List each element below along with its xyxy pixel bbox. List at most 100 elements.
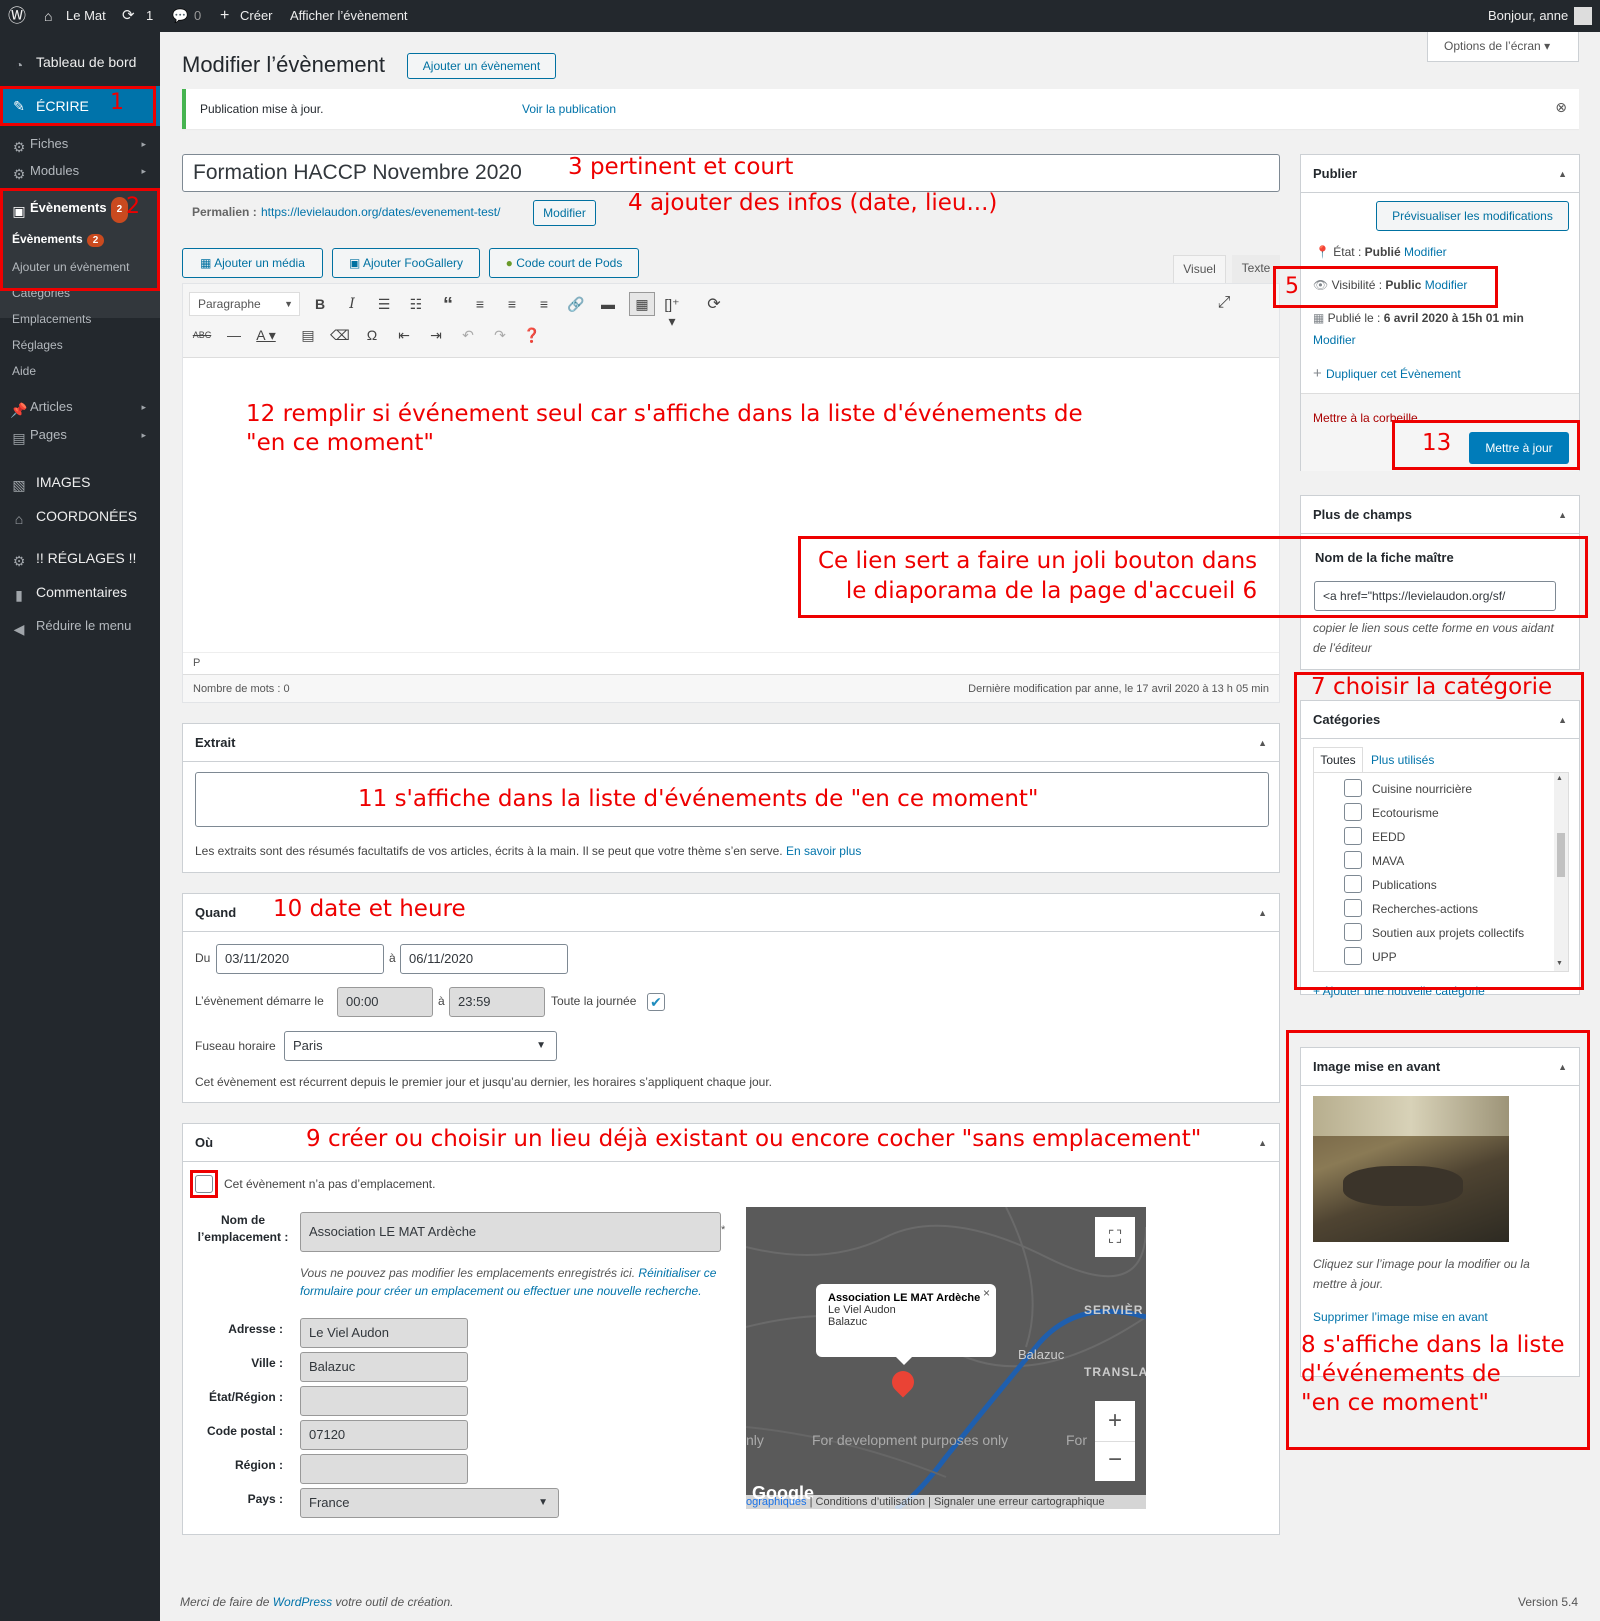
scroll-up-icon[interactable]: ▲ [1556, 775, 1563, 782]
all-day-checkbox[interactable]: ✔ [647, 993, 665, 1011]
zoom-out-icon[interactable]: − [1095, 1441, 1135, 1481]
close-icon[interactable]: × [983, 1286, 990, 1300]
featured-image[interactable] [1313, 1096, 1509, 1242]
undo-icon[interactable]: ↶ [457, 327, 479, 344]
zip-input[interactable]: 07120 [300, 1420, 468, 1450]
category-checkbox[interactable] [1344, 803, 1362, 821]
comments-count[interactable]: 0 [194, 0, 201, 32]
category-checkbox[interactable] [1344, 779, 1362, 797]
category-checkbox[interactable] [1344, 875, 1362, 893]
category-item[interactable]: Soutien aux projets collectifs [1344, 923, 1554, 943]
tab-visual[interactable]: Visuel [1173, 255, 1226, 283]
category-item[interactable]: Ecotourisme [1344, 803, 1554, 823]
menu-write[interactable]: ✎ ÉCRIRE [0, 86, 160, 126]
align-right-icon[interactable]: ≡ [533, 296, 555, 312]
numbered-list-icon[interactable]: ☷ [405, 296, 427, 313]
strikethrough-icon[interactable]: ABC [191, 330, 213, 340]
categories-header[interactable]: Catégories ▲ [1301, 701, 1579, 739]
menu-articles[interactable]: 📌 Articles ▸ [0, 395, 160, 419]
blockquote-icon[interactable]: “ [437, 294, 459, 317]
category-item[interactable]: Recherches-actions [1344, 899, 1554, 919]
zoom-in-icon[interactable]: + [1095, 1401, 1135, 1441]
submenu-help[interactable]: Aide [12, 364, 36, 378]
timezone-select[interactable]: Paris ▼ [284, 1031, 557, 1061]
submenu-events[interactable]: Évènements 2 [12, 232, 105, 247]
updates-count[interactable]: 1 [146, 0, 153, 32]
submenu-add-event[interactable]: Ajouter un évènement [12, 260, 129, 274]
city-input[interactable]: Balazuc [300, 1352, 468, 1382]
duplicate-link[interactable]: Dupliquer cet Évènement [1326, 367, 1461, 381]
location-name-input[interactable]: Association LE MAT Ardèche [300, 1212, 721, 1252]
start-date-input[interactable]: 03/11/2020 [216, 944, 384, 974]
tab-most-used[interactable]: Plus utilisés [1371, 753, 1434, 767]
align-left-icon[interactable]: ≡ [469, 296, 491, 312]
category-item[interactable]: Cuisine nourricière [1344, 779, 1554, 799]
publish-header[interactable]: Publier ▲ [1301, 155, 1579, 193]
tab-text[interactable]: Texte [1232, 255, 1280, 283]
start-time-input[interactable]: 00:00 [337, 987, 433, 1017]
master-sheet-input[interactable]: <a href="https://levielaudon.org/sf/ [1314, 581, 1556, 611]
toolbar-toggle-icon[interactable]: ▦ [629, 292, 655, 316]
category-item[interactable]: MAVA [1344, 851, 1554, 871]
redo-icon[interactable]: ↷ [489, 327, 511, 344]
submenu-locations[interactable]: Emplacements [12, 312, 91, 326]
category-item[interactable]: Publications [1344, 875, 1554, 895]
add-foogallery-button[interactable]: ▣ Ajouter FooGallery [332, 248, 480, 278]
map-report-link[interactable]: Signaler une erreur cartographique [934, 1496, 1105, 1508]
menu-pages[interactable]: ▤ Pages ▸ [0, 423, 160, 447]
menu-modules[interactable]: ⚙ Modules ▸ [0, 159, 160, 183]
fullscreen-icon[interactable]: ⤢ [1213, 294, 1235, 312]
map-fullscreen-icon[interactable]: ⛶ [1095, 1217, 1135, 1257]
more-fields-header[interactable]: Plus de champs ▲ [1301, 496, 1579, 534]
pods-shortcode-button[interactable]: ● Code court de Pods [489, 248, 639, 278]
category-checkbox[interactable] [1344, 947, 1362, 965]
add-media-button[interactable]: ▦ Ajouter un média [182, 248, 323, 278]
menu-collapse[interactable]: ◀ Réduire le menu [0, 614, 160, 638]
menu-reglages[interactable]: ⚙ !! RÉGLAGES !! [0, 546, 160, 570]
no-location-checkbox[interactable] [195, 1175, 213, 1193]
category-item[interactable]: UPP [1344, 947, 1554, 967]
special-char-icon[interactable]: Ω [361, 327, 383, 343]
add-category-link[interactable]: + Ajouter une nouvelle catégorie [1313, 984, 1485, 998]
paste-text-icon[interactable]: ▤ [297, 327, 319, 344]
horizontal-line-icon[interactable]: — [223, 327, 245, 343]
country-select[interactable]: France ▼ [300, 1488, 559, 1518]
menu-fiches[interactable]: ⚙ Fiches ▸ [0, 132, 160, 156]
bold-icon[interactable]: B [309, 296, 331, 312]
category-checkbox[interactable] [1344, 851, 1362, 869]
map-terms-link[interactable]: Conditions d’utilisation [816, 1496, 925, 1508]
read-more-icon[interactable]: ▬ [597, 296, 619, 312]
trash-link[interactable]: Mettre à la corbeille [1313, 411, 1418, 425]
map-data-link[interactable]: ographiques [746, 1496, 807, 1508]
toggle-icon[interactable]: ▲ [1558, 496, 1567, 534]
toggle-icon[interactable]: ▲ [1258, 724, 1267, 762]
visibility-edit-link[interactable]: Modifier [1425, 278, 1468, 292]
scrollbar-thumb[interactable] [1557, 833, 1565, 877]
comments-icon[interactable]: 💬 [172, 0, 188, 32]
region-input[interactable] [300, 1454, 468, 1484]
menu-contacts[interactable]: ⌂ COORDONÉES [0, 504, 160, 528]
toggle-icon[interactable]: ▲ [1258, 894, 1267, 932]
text-color-icon[interactable]: A ▾ [255, 327, 277, 344]
learn-more-link[interactable]: En savoir plus [786, 844, 861, 858]
wordpress-link[interactable]: WordPress [273, 1595, 332, 1609]
toggle-icon[interactable]: ▲ [1558, 701, 1567, 739]
toggle-icon[interactable]: ▲ [1258, 1124, 1267, 1162]
menu-comments[interactable]: ▮ Commentaires [0, 580, 160, 604]
view-post-link[interactable]: Voir la publication [522, 102, 616, 116]
greeting-link[interactable]: Bonjour, anne [1488, 0, 1568, 32]
end-date-input[interactable]: 06/11/2020 [400, 944, 568, 974]
scroll-down-icon[interactable]: ▼ [1556, 960, 1563, 967]
category-item[interactable]: EEDD [1344, 827, 1554, 847]
preview-button[interactable]: Prévisualiser les modifications [1376, 201, 1569, 231]
submenu-settings[interactable]: Réglages [12, 338, 63, 352]
menu-dashboard[interactable]: ◔ Tableau de bord [0, 50, 160, 74]
permalink-url[interactable]: https://levielaudon.org/dates/evenement-… [261, 205, 500, 219]
category-checkbox[interactable] [1344, 923, 1362, 941]
state-input[interactable] [300, 1386, 468, 1416]
categories-scrollbar[interactable]: ▲ ▼ [1554, 773, 1568, 971]
screen-options-button[interactable]: Options de l’écran ▾ [1427, 32, 1579, 62]
help-icon[interactable]: ❓ [521, 327, 543, 344]
update-button[interactable]: Mettre à jour [1469, 432, 1569, 464]
address-input[interactable]: Le Viel Audon [300, 1318, 468, 1348]
